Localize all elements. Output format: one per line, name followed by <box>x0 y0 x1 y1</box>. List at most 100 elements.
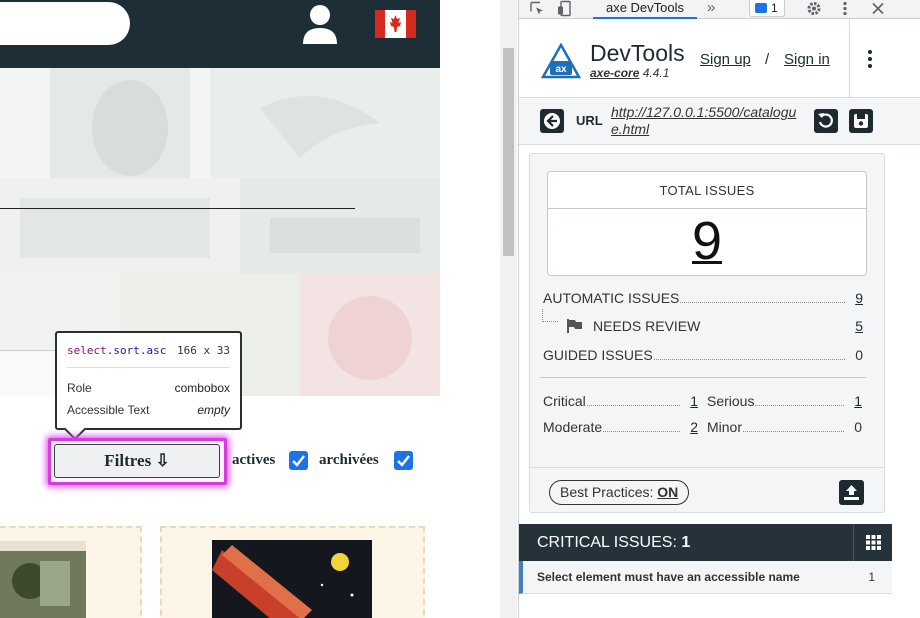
total-issues-label: TOTAL ISSUES <box>659 183 755 198</box>
version-number: 4.4.1 <box>642 66 670 80</box>
guided-issues-count: 0 <box>853 347 863 363</box>
serious-count[interactable]: 1 <box>852 393 862 409</box>
divider <box>0 208 355 209</box>
automatic-issues-label: AUTOMATIC ISSUES <box>543 290 681 306</box>
total-issues-count[interactable]: 9 <box>548 210 866 272</box>
grid-icon <box>866 535 881 550</box>
export-button[interactable] <box>839 480 864 505</box>
inspect-element-icon[interactable] <box>529 0 545 17</box>
role-label: Role <box>67 381 92 395</box>
issue-list-item[interactable]: Select element must have an accessible n… <box>519 561 892 594</box>
best-practices-label: Best Practices: <box>560 484 654 500</box>
save-button[interactable] <box>849 109 873 133</box>
stamp-image[interactable] <box>0 541 86 618</box>
total-divider <box>548 208 866 209</box>
stamp-image[interactable] <box>212 540 372 618</box>
tooltip-selector: select.sort.asc <box>67 344 166 357</box>
serious-row[interactable]: Serious 1 <box>707 393 862 411</box>
serious-label: Serious <box>707 393 756 409</box>
guided-issues-row: GUIDED ISSUES 0 <box>543 347 863 365</box>
url-label: URL <box>576 113 603 128</box>
archived-checkbox-label: archivées <box>319 452 379 468</box>
needs-review-count[interactable]: 5 <box>853 318 863 334</box>
accessible-text-label: Accessible Text <box>67 403 150 417</box>
grid-view-button[interactable] <box>853 524 892 561</box>
critical-issues-count: 1 <box>681 534 691 551</box>
refresh-icon <box>818 113 833 128</box>
auth-separator: / <box>765 51 770 68</box>
axe-core-link[interactable]: axe-core <box>590 66 639 80</box>
issue-count: 1 <box>868 570 875 584</box>
screen: select.sort.asc 166 x 33 Role combobox A… <box>0 0 920 618</box>
moderate-row[interactable]: Moderate 2 <box>543 419 698 437</box>
close-icon[interactable] <box>871 0 885 17</box>
url-bar: URL http://127.0.0.1:5500/catalogue.html <box>519 99 920 145</box>
results-panel: TOTAL ISSUES 9 AUTOMATIC ISSUES 9 NEEDS … <box>529 153 885 513</box>
svg-text:ax: ax <box>555 64 567 75</box>
web-page: select.sort.asc 166 x 33 Role combobox A… <box>0 0 500 618</box>
export-icon <box>844 485 859 500</box>
tooltip-role-row: Role combobox <box>67 381 230 397</box>
app-title: DevTools <box>590 40 685 66</box>
rescan-button[interactable] <box>814 109 838 133</box>
user-icon[interactable] <box>302 4 338 44</box>
filter-select[interactable]: Filtres ⇩ <box>54 444 220 478</box>
role-value: combobox <box>174 381 230 395</box>
moderate-label: Moderate <box>543 419 604 435</box>
automatic-issues-row[interactable]: AUTOMATIC ISSUES 9 <box>543 290 863 308</box>
critical-issues-title: CRITICAL ISSUES: 1 <box>537 534 690 552</box>
archived-checkbox[interactable] <box>394 451 413 470</box>
section-divider <box>540 377 866 378</box>
tooltip-accessible-text-row: Accessible Text empty <box>67 403 230 419</box>
critical-label: Critical <box>543 393 587 409</box>
axe-core-version: axe-core 4.4.1 <box>590 66 669 80</box>
scrollbar-thumb[interactable] <box>503 48 514 256</box>
url-link[interactable]: http://127.0.0.1:5500/catalogue.html <box>611 104 806 138</box>
search-input[interactable] <box>0 2 130 45</box>
minor-label: Minor <box>707 419 744 435</box>
site-header <box>0 0 440 68</box>
messages-badge[interactable]: 1 <box>749 0 785 17</box>
back-button[interactable] <box>540 109 564 133</box>
sign-in-link[interactable]: Sign in <box>784 51 830 68</box>
save-icon <box>854 114 868 128</box>
total-issues-card: TOTAL ISSUES 9 <box>547 171 867 276</box>
message-icon <box>755 3 767 13</box>
needs-review-label: NEEDS REVIEW <box>593 318 702 334</box>
needs-review-row[interactable]: NEEDS REVIEW 5 <box>543 318 863 336</box>
axe-header: ax DevTools axe-core 4.4.1 Sign up / Sig… <box>519 20 920 98</box>
moderate-count[interactable]: 2 <box>688 419 698 435</box>
minor-row: Minor 0 <box>707 419 862 437</box>
automatic-issues-count[interactable]: 9 <box>853 290 863 306</box>
accessible-text-value: empty <box>197 403 230 417</box>
devtools-tabbar: axe DevTools » 1 <box>519 0 920 19</box>
tooltip-size: 166 x 33 <box>177 344 230 357</box>
more-tabs-icon[interactable]: » <box>707 0 715 16</box>
gear-icon[interactable] <box>806 0 822 17</box>
critical-row[interactable]: Critical 1 <box>543 393 698 411</box>
device-toolbar-icon[interactable] <box>557 0 573 17</box>
sign-up-link[interactable]: Sign up <box>700 51 751 68</box>
canada-flag-icon[interactable] <box>375 10 416 38</box>
axe-menu-icon[interactable] <box>867 50 873 70</box>
inspect-tooltip: select.sort.asc 166 x 33 Role combobox A… <box>55 331 242 430</box>
kebab-menu-icon[interactable] <box>841 0 849 17</box>
best-practices-toggle[interactable]: Best Practices: ON <box>549 480 690 505</box>
critical-issues-header: CRITICAL ISSUES: 1 <box>519 524 892 561</box>
footer-divider <box>530 467 884 468</box>
issue-description: Select element must have an accessible n… <box>537 570 800 584</box>
axe-logo-icon: ax <box>541 43 581 79</box>
selector-tag: select <box>67 344 107 357</box>
tab-axe-devtools[interactable]: axe DevTools <box>593 0 697 19</box>
critical-count[interactable]: 1 <box>688 393 698 409</box>
header-divider <box>849 20 850 98</box>
arrow-left-icon <box>544 113 560 129</box>
devtools-panel: axe DevTools » 1 ax DevTools axe-core 4.… <box>518 0 920 618</box>
tooltip-divider <box>67 367 230 368</box>
guided-issues-label: GUIDED ISSUES <box>543 347 654 363</box>
selector-classes: .sort.asc <box>106 344 167 357</box>
best-practices-value: ON <box>657 484 679 500</box>
message-count: 1 <box>771 1 778 15</box>
active-checkbox[interactable] <box>289 451 308 470</box>
minor-count: 0 <box>852 419 862 435</box>
